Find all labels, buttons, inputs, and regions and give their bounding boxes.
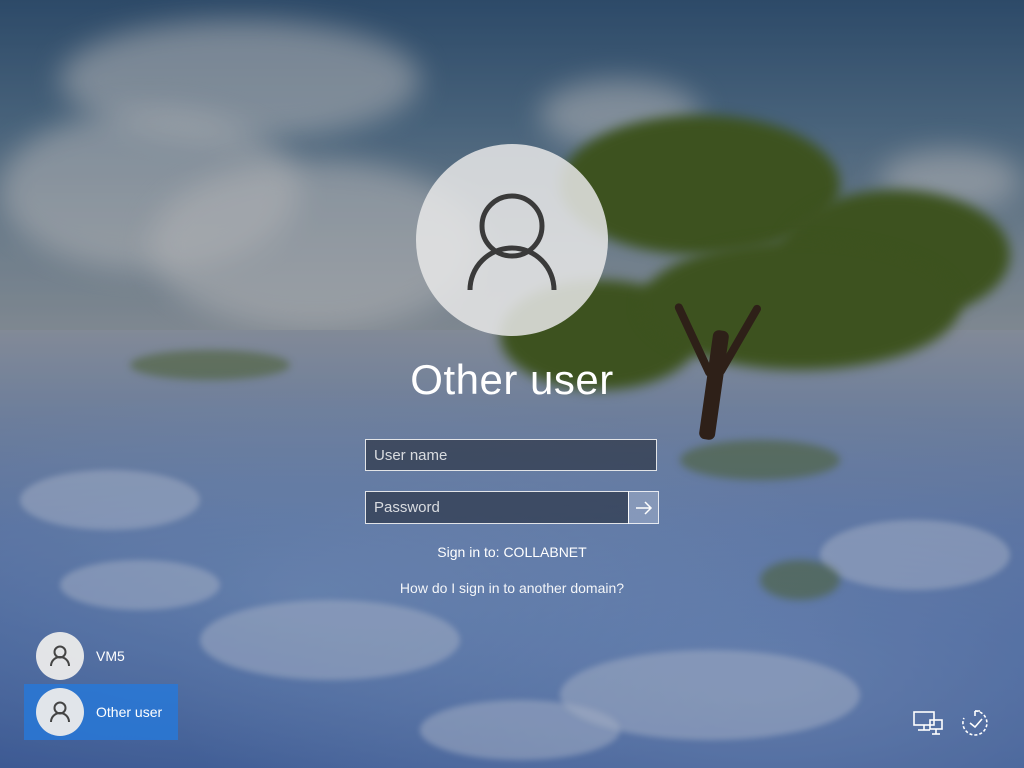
accessibility-button[interactable] <box>958 706 992 740</box>
user-icon <box>50 645 70 667</box>
user-name-label: Other user <box>96 704 163 720</box>
page-title: Other user <box>410 356 614 403</box>
user-list-item-other-user[interactable]: Other user <box>24 684 178 740</box>
user-list-item-vm5[interactable]: VM5 <box>24 628 178 684</box>
network-icon <box>913 711 943 735</box>
arrow-right-icon <box>635 500 652 515</box>
accessibility-icon <box>962 710 988 736</box>
user-icon <box>467 193 557 291</box>
submit-button[interactable] <box>628 491 659 524</box>
user-avatar <box>36 688 84 736</box>
user-avatar <box>36 632 84 680</box>
password-field-container[interactable] <box>365 491 629 524</box>
username-input[interactable] <box>366 440 656 470</box>
password-input[interactable] <box>366 492 628 523</box>
network-button[interactable] <box>911 706 945 740</box>
other-domain-link[interactable]: How do I sign in to another domain? <box>312 580 712 596</box>
username-field-container[interactable] <box>365 439 657 471</box>
user-avatar-large <box>416 144 608 336</box>
user-name-label: VM5 <box>96 648 125 664</box>
sign-in-domain-label: Sign in to: COLLABNET <box>437 544 587 560</box>
user-icon <box>50 701 70 723</box>
